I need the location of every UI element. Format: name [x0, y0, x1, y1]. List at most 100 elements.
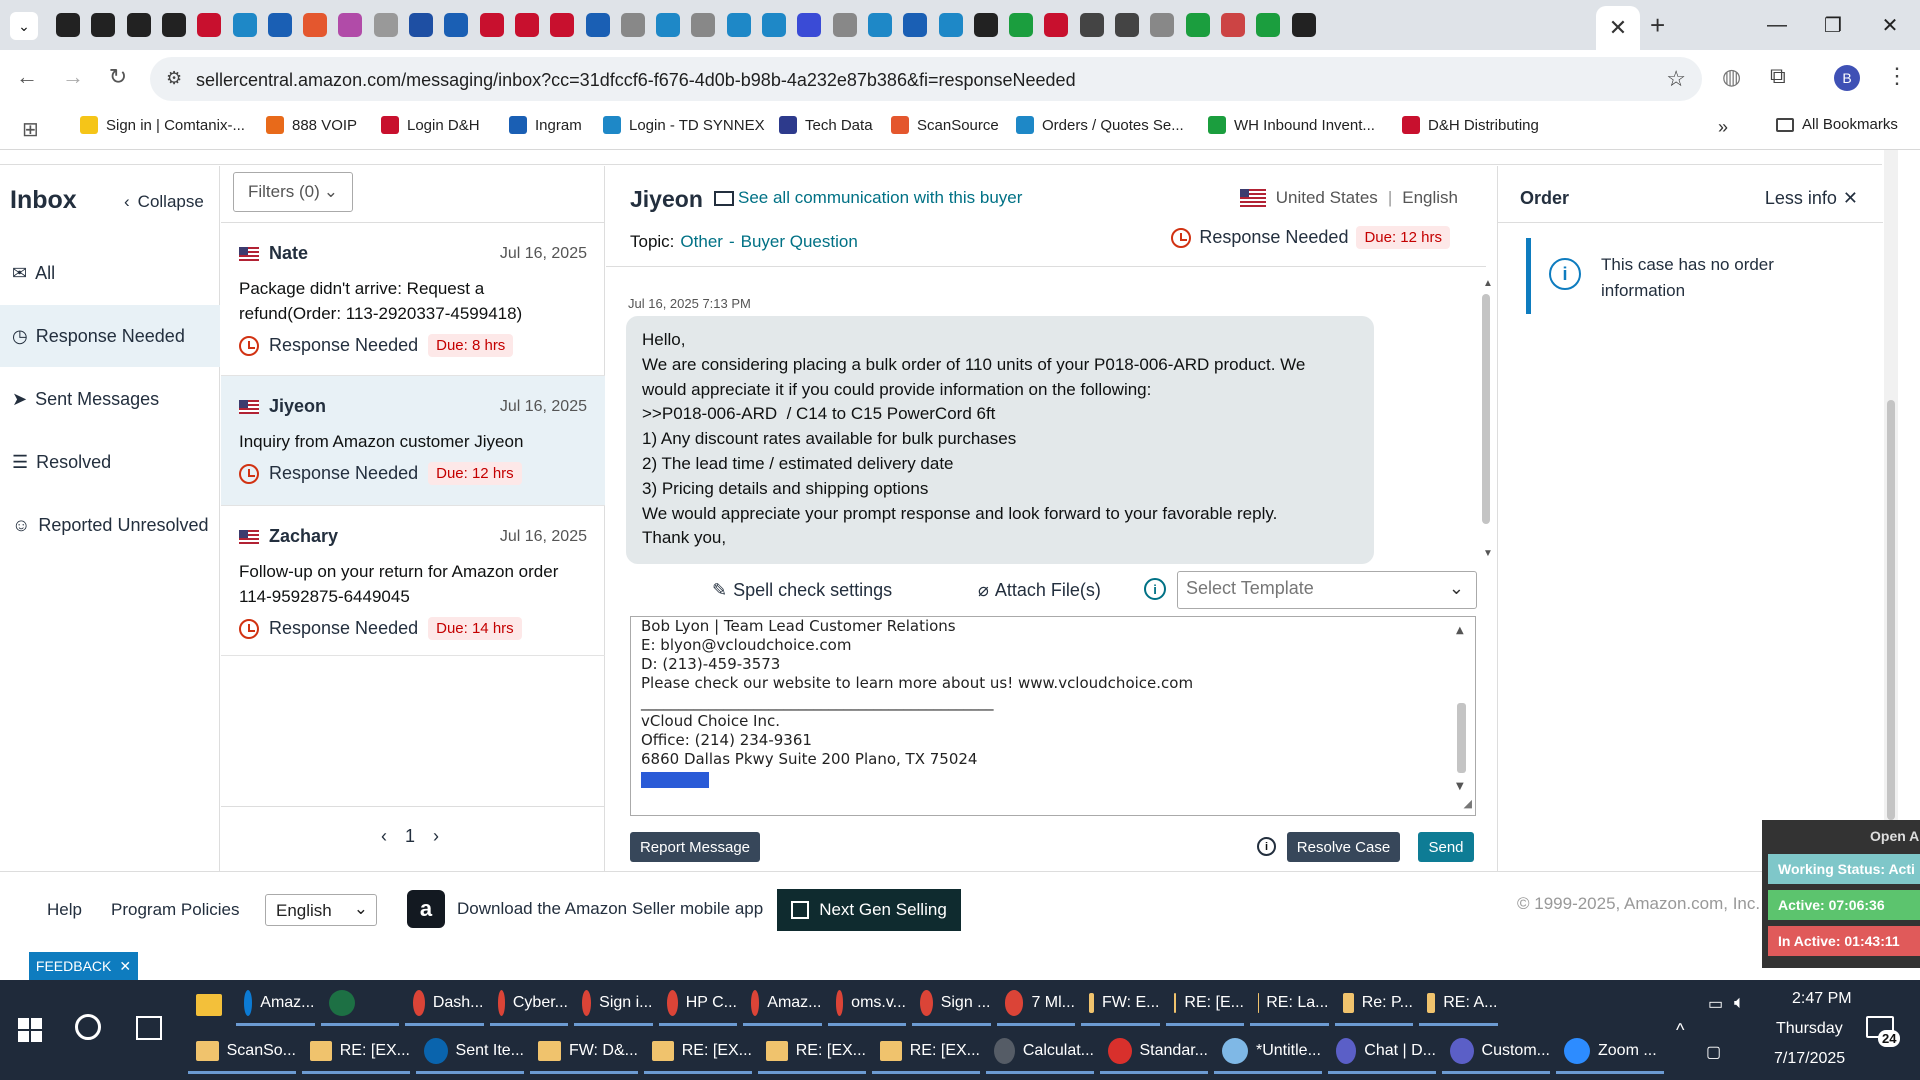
taskbar-item[interactable]: RE: A... — [1419, 982, 1498, 1026]
address-bar[interactable]: ⚙ sellercentral.amazon.com/messaging/inb… — [150, 57, 1702, 101]
task-view-icon[interactable] — [136, 1016, 162, 1040]
taskbar-item[interactable]: Calculat... — [986, 1030, 1094, 1074]
pinned-tab-icon[interactable] — [726, 13, 751, 37]
taskbar-item[interactable]: Dash... — [405, 982, 484, 1026]
taskbar-item[interactable]: RE: [EX... — [302, 1030, 410, 1074]
pinned-tab-icon[interactable] — [1256, 13, 1281, 37]
bookmark-item[interactable]: ScanSource — [891, 116, 999, 134]
message-scrollbar-thumb[interactable] — [1482, 294, 1490, 524]
pinned-tab-icon[interactable] — [797, 13, 822, 37]
thread-item[interactable]: Zachary Jul 16, 2025 Follow-up on your ret… — [221, 506, 605, 656]
editor-scroll-up-icon[interactable]: ▲ — [1456, 621, 1464, 640]
bookmark-item[interactable]: Tech Data — [779, 116, 873, 134]
taskbar-item[interactable]: oms.v... — [827, 982, 906, 1026]
pinned-tab-icon[interactable] — [1150, 13, 1175, 37]
pinned-tab-icon[interactable] — [303, 13, 328, 37]
open-widget-button[interactable]: Open A — [1870, 828, 1919, 844]
taskbar-item[interactable]: Chat | D... — [1328, 1030, 1436, 1074]
search-icon[interactable] — [75, 1014, 101, 1040]
pinned-tab-icon[interactable] — [1115, 13, 1139, 37]
pinned-tab-icon[interactable] — [1044, 13, 1069, 37]
taskbar-item[interactable]: Zoom ... — [1556, 1030, 1664, 1074]
taskbar-item[interactable]: Amaz... — [743, 982, 822, 1026]
more-bookmarks-icon[interactable]: » — [1718, 117, 1728, 138]
taskbar-item[interactable]: RE: La... — [1250, 982, 1329, 1026]
pinned-tab-icon[interactable] — [550, 13, 575, 37]
scroll-up-icon[interactable]: ▲ — [1483, 278, 1493, 289]
bookmark-item[interactable]: 888 VOIP — [266, 116, 357, 134]
reply-editor[interactable]: Bob Lyon | Team Lead Customer Relations E… — [630, 616, 1476, 816]
taskbar-item[interactable]: Sign i... — [574, 982, 653, 1026]
editor-scrollbar[interactable]: ▲ ▼ — [1455, 621, 1467, 792]
pinned-tab-icon[interactable] — [1291, 13, 1316, 37]
download-app-link[interactable]: a Download the Amazon Seller mobile app — [407, 890, 763, 928]
thread-item[interactable]: Nate Jul 16, 2025 Package didn't arrive: R… — [221, 223, 605, 376]
browser-menu-icon[interactable]: ⋮ — [1886, 63, 1908, 89]
template-info-icon[interactable]: i — [1144, 578, 1166, 600]
bookmark-item[interactable]: Sign in | Comtanix-... — [80, 116, 245, 134]
less-info-button[interactable]: Less info ✕ — [1765, 188, 1858, 209]
filters-button[interactable]: Filters (0) ⌄ — [233, 172, 353, 212]
pinned-tab-icon[interactable] — [161, 13, 186, 37]
pinned-tab-icon[interactable] — [444, 13, 469, 37]
pinned-tab-icon[interactable] — [514, 13, 539, 37]
taskbar-item[interactable]: RE: [E... — [1165, 982, 1244, 1026]
taskbar-item[interactable]: Cyber... — [489, 982, 568, 1026]
restore-button[interactable]: ❐ — [1813, 10, 1853, 40]
scroll-down-icon[interactable]: ▼ — [1483, 548, 1493, 559]
pinned-tab-icon[interactable] — [867, 13, 892, 37]
pinned-tab-icon[interactable] — [832, 13, 857, 37]
pinned-tab-icon[interactable] — [1009, 13, 1034, 37]
taskbar-item[interactable]: Custom... — [1442, 1030, 1550, 1074]
spell-check-button[interactable]: ✎ Spell check settings — [712, 580, 892, 601]
thread-item[interactable]: Jiyeon Jul 16, 2025 Inquiry from Amazon cu… — [221, 376, 605, 506]
taskbar-item[interactable]: Sign ... — [912, 982, 991, 1026]
pinned-tab-icon[interactable] — [56, 13, 80, 37]
pinned-tab-icon[interactable] — [762, 13, 786, 37]
see-all-communication-link[interactable]: See all communication with this buyer — [714, 188, 1022, 208]
nav-item-reported-unresolved[interactable]: ☺ Reported Unresolved — [0, 494, 220, 556]
taskbar-item[interactable]: Re: P... — [1334, 982, 1413, 1026]
page-scrollbar-thumb[interactable] — [1887, 400, 1895, 820]
close-icon[interactable]: ✕ — [119, 958, 131, 975]
close-tab-icon[interactable]: ✕ — [1609, 15, 1627, 41]
select-template-dropdown[interactable]: Select Template ⌄ — [1177, 571, 1477, 609]
forward-button[interactable]: → — [58, 64, 88, 90]
feedback-button[interactable]: FEEDBACK ✕ — [29, 952, 138, 980]
next-page-icon[interactable]: › — [433, 826, 439, 847]
file-explorer-icon[interactable] — [196, 994, 222, 1016]
prev-page-icon[interactable]: ‹ — [381, 826, 387, 847]
pinned-tab-icon[interactable] — [409, 13, 433, 37]
taskbar-item[interactable]: Sent Ite... — [416, 1030, 524, 1074]
apps-grid-icon[interactable]: ⊞ — [22, 117, 39, 142]
start-button[interactable] — [18, 1018, 42, 1042]
new-tab-button[interactable]: + — [1650, 10, 1665, 41]
active-tab[interactable]: ✕ — [1596, 6, 1640, 50]
collapse-button[interactable]: ‹ Collapse — [124, 192, 204, 212]
next-gen-selling-button[interactable]: Next Gen Selling — [777, 889, 961, 931]
pinned-tab-icon[interactable] — [479, 13, 504, 37]
resize-handle-icon[interactable]: ◢ — [1464, 794, 1472, 813]
url-text[interactable]: sellercentral.amazon.com/messaging/inbox… — [196, 70, 1076, 91]
pinned-tab-icon[interactable] — [91, 13, 116, 37]
pinned-tab-icon[interactable] — [691, 13, 716, 37]
nav-item-resolved[interactable]: ☰ Resolved — [0, 431, 220, 493]
clock-day[interactable]: Thursday — [1776, 1020, 1843, 1038]
nav-item-all[interactable]: ✉ All — [0, 242, 220, 304]
taskbar-item[interactable]: Standar... — [1100, 1030, 1208, 1074]
clock-date[interactable]: 7/17/2025 — [1774, 1050, 1845, 1068]
pinned-tab-icon[interactable] — [973, 13, 998, 37]
taskbar-item[interactable]: HP C... — [658, 982, 737, 1026]
help-link[interactable]: Help — [47, 900, 82, 920]
attach-files-button[interactable]: ⌀ Attach File(s) — [978, 580, 1101, 601]
resolve-info-icon[interactable]: i — [1257, 837, 1276, 856]
taskbar-item[interactable]: RE: [EX... — [644, 1030, 752, 1074]
editor-scrollbar-thumb[interactable] — [1457, 703, 1466, 773]
back-button[interactable]: ← — [12, 64, 42, 90]
pinned-tab-icon[interactable] — [373, 13, 398, 37]
report-message-button[interactable]: Report Message — [630, 832, 760, 862]
pinned-tab-icon[interactable] — [1079, 13, 1104, 37]
current-page[interactable]: 1 — [405, 826, 415, 847]
pinned-tab-icon[interactable] — [585, 13, 610, 37]
taskbar-item[interactable]: *Untitle... — [1214, 1030, 1322, 1074]
